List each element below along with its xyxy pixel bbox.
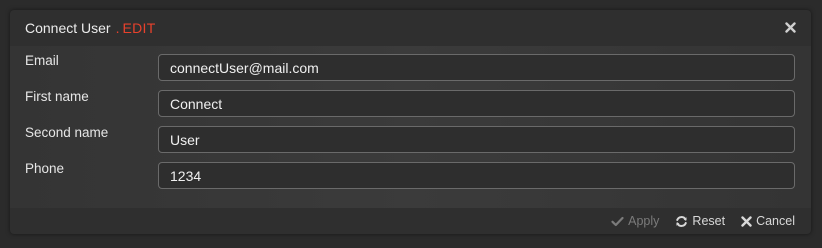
close-button[interactable] — [783, 19, 797, 35]
x-icon — [741, 215, 752, 227]
reset-button[interactable]: Reset — [675, 214, 725, 228]
phone-label: Phone — [25, 161, 65, 176]
check-icon — [611, 216, 624, 226]
second-name-label: Second name — [25, 125, 109, 140]
cancel-button[interactable]: Cancel — [741, 214, 795, 228]
first-name-field[interactable] — [158, 90, 795, 117]
email-row: Email — [10, 46, 811, 82]
email-field[interactable] — [158, 54, 795, 81]
form-area: Email First name Second name Phone — [10, 46, 811, 208]
close-icon — [784, 21, 796, 33]
first-name-label: First name — [25, 89, 89, 104]
phone-field[interactable] — [158, 162, 795, 189]
dialog-mode-label: EDIT — [122, 20, 156, 36]
dialog-titlebar: Connect User . EDIT — [10, 10, 811, 46]
email-label: Email — [25, 53, 59, 68]
title-separator: . — [115, 20, 120, 36]
second-name-field[interactable] — [158, 126, 795, 153]
first-name-row: First name — [10, 82, 811, 118]
cancel-label: Cancel — [756, 214, 795, 228]
dialog-footer: Apply Reset Cancel — [10, 208, 811, 234]
refresh-icon — [676, 215, 688, 227]
edit-user-dialog: Connect User . EDIT Email First name Sec… — [10, 10, 811, 234]
apply-button[interactable]: Apply — [611, 214, 659, 228]
apply-label: Apply — [628, 214, 660, 228]
dialog-title: Connect User — [25, 20, 111, 36]
second-name-row: Second name — [10, 118, 811, 154]
phone-row: Phone — [10, 154, 811, 190]
reset-label: Reset — [692, 214, 726, 228]
